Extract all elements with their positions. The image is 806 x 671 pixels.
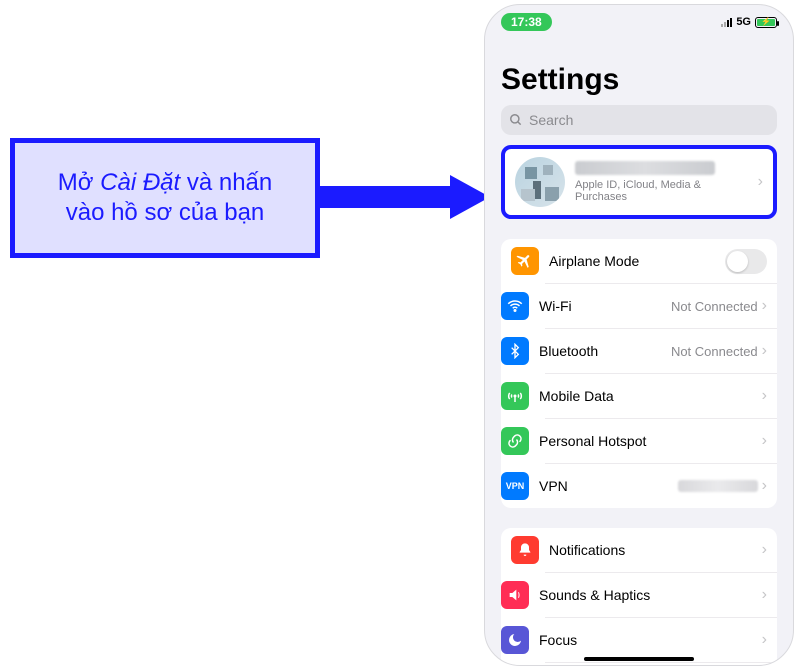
callout-em: Cài Đặt <box>100 169 180 196</box>
row-notifications[interactable]: Notifications › <box>501 528 777 572</box>
chevron-right-icon: › <box>762 631 767 649</box>
row-label: VPN <box>539 478 678 494</box>
row-personal-hotspot[interactable]: Personal Hotspot › <box>545 418 777 463</box>
row-label: Personal Hotspot <box>539 433 762 449</box>
avatar <box>515 157 565 207</box>
network-label: 5G <box>736 16 751 28</box>
row-label: Wi-Fi <box>539 298 671 314</box>
chevron-right-icon: › <box>762 541 767 559</box>
row-focus[interactable]: Focus › <box>545 617 777 662</box>
search-input[interactable]: Search <box>501 105 777 135</box>
chevron-right-icon: › <box>762 297 767 315</box>
row-sounds-haptics[interactable]: Sounds & Haptics › <box>545 572 777 617</box>
callout-text-3: vào hồ sơ của bạn <box>66 199 265 226</box>
bluetooth-icon <box>501 337 529 365</box>
home-indicator <box>584 657 694 661</box>
row-bluetooth[interactable]: Bluetooth Not Connected › <box>545 328 777 373</box>
speaker-icon <box>501 581 529 609</box>
chevron-right-icon: › <box>762 342 767 360</box>
callout-text-2: và nhấn <box>180 169 272 196</box>
status-right: 5G ⚡ <box>721 16 777 28</box>
settings-group-connectivity: Airplane Mode Wi-Fi Not Connected › Blue… <box>501 239 777 508</box>
bell-icon <box>511 536 539 564</box>
chevron-right-icon: › <box>762 432 767 450</box>
battery-icon: ⚡ <box>755 17 777 28</box>
row-label: Notifications <box>549 542 762 558</box>
row-airplane-mode[interactable]: Airplane Mode <box>501 239 777 283</box>
wifi-icon <box>501 292 529 320</box>
phone-frame: 17:38 5G ⚡ Settings Search Apple ID, iCl… <box>484 4 794 666</box>
link-icon <box>501 427 529 455</box>
page-title: Settings <box>485 33 793 105</box>
antenna-icon <box>501 382 529 410</box>
row-vpn[interactable]: VPN VPN › <box>545 463 777 508</box>
callout-text-1: Mở <box>58 169 100 196</box>
row-label: Mobile Data <box>539 388 762 404</box>
status-time: 17:38 <box>501 13 552 31</box>
row-label: Focus <box>539 632 762 648</box>
cellular-signal-icon <box>721 17 732 27</box>
row-wifi[interactable]: Wi-Fi Not Connected › <box>545 283 777 328</box>
moon-icon <box>501 626 529 654</box>
row-label: Bluetooth <box>539 343 671 359</box>
chevron-right-icon: › <box>762 586 767 604</box>
search-placeholder: Search <box>529 112 573 128</box>
profile-subtitle: Apple ID, iCloud, Media & Purchases <box>575 179 748 203</box>
row-value: Not Connected <box>671 344 758 359</box>
search-icon <box>509 113 523 127</box>
chevron-right-icon: › <box>762 477 767 495</box>
row-label: Airplane Mode <box>549 253 725 269</box>
settings-group-notifications: Notifications › Sounds & Haptics › Focus… <box>501 528 777 666</box>
row-screen-time[interactable]: Screen Time › <box>545 662 777 666</box>
row-label: Sounds & Haptics <box>539 587 762 603</box>
airplane-toggle[interactable] <box>725 249 767 274</box>
chevron-right-icon: › <box>762 387 767 405</box>
airplane-icon <box>511 247 539 275</box>
row-mobile-data[interactable]: Mobile Data › <box>545 373 777 418</box>
chevron-right-icon: › <box>758 173 763 191</box>
vpn-value-redacted <box>678 480 758 492</box>
status-bar: 17:38 5G ⚡ <box>485 5 793 33</box>
arrow-icon <box>320 175 492 219</box>
instruction-callout: Mở Cài Đặt và nhấn vào hồ sơ của bạn <box>10 138 320 258</box>
vpn-icon: VPN <box>501 472 529 500</box>
profile-name-redacted <box>575 161 715 175</box>
row-value: Not Connected <box>671 299 758 314</box>
profile-row[interactable]: Apple ID, iCloud, Media & Purchases › <box>501 145 777 219</box>
